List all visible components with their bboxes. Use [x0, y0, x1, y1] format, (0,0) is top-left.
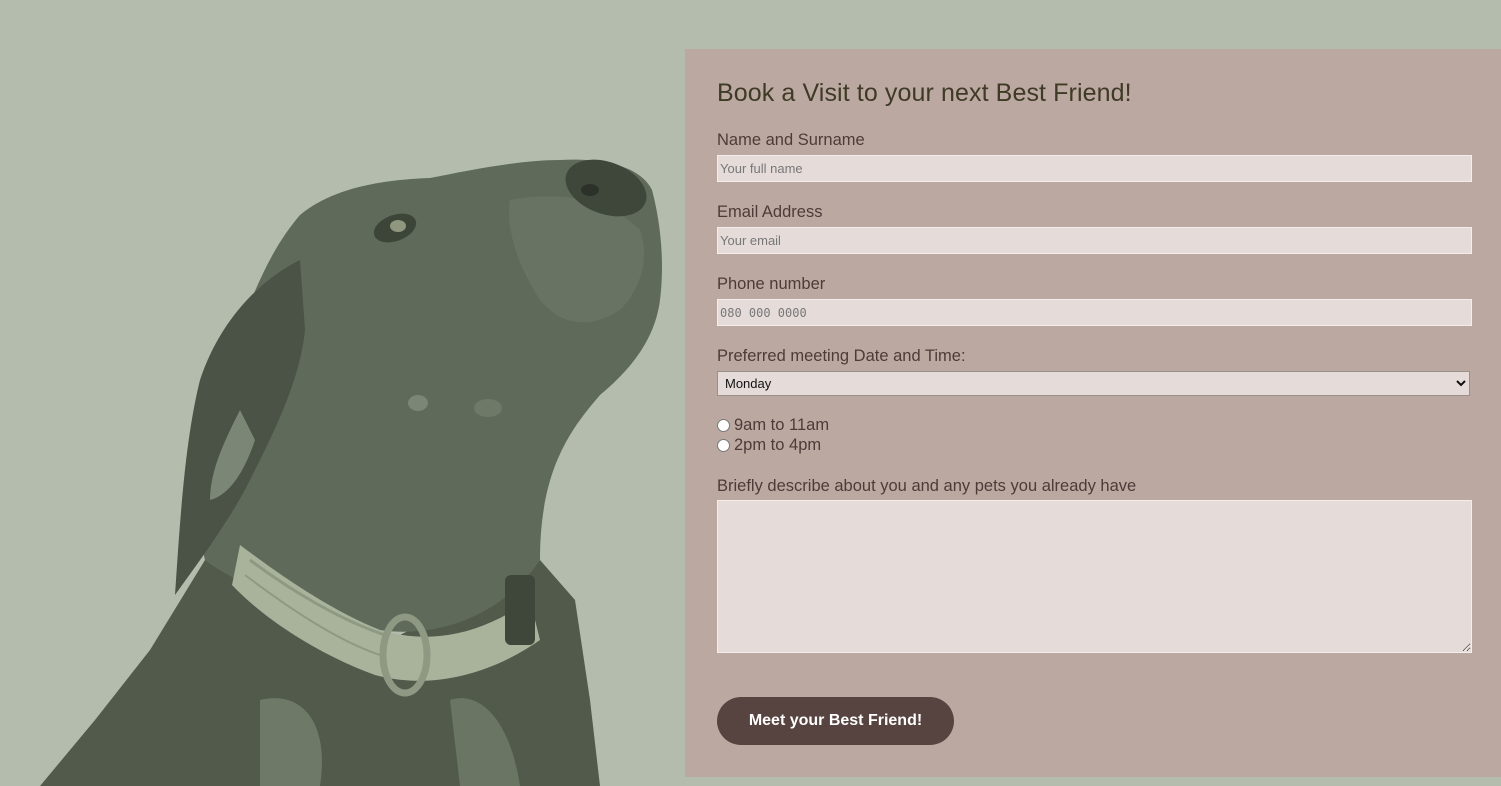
- description-textarea[interactable]: [717, 500, 1472, 653]
- dog-with-collar-image: [0, 0, 685, 786]
- booking-form: Book a Visit to your next Best Friend! N…: [685, 49, 1501, 777]
- name-input[interactable]: [717, 155, 1472, 182]
- name-label: Name and Surname: [717, 131, 865, 149]
- time-slot-afternoon-radio[interactable]: [717, 439, 730, 452]
- time-slot-morning-radio[interactable]: [717, 419, 730, 432]
- time-slot-morning-label: 9am to 11am: [734, 416, 830, 434]
- email-label: Email Address: [717, 203, 823, 221]
- time-slot-afternoon[interactable]: 2pm to 4pm: [717, 436, 821, 455]
- time-slot-morning[interactable]: 9am to 11am: [717, 416, 829, 435]
- form-title: Book a Visit to your next Best Friend!: [717, 79, 1132, 107]
- time-slot-afternoon-label: 2pm to 4pm: [734, 436, 822, 454]
- email-input[interactable]: [717, 227, 1472, 254]
- meeting-label: Preferred meeting Date and Time:: [717, 347, 966, 365]
- submit-button[interactable]: Meet your Best Friend!: [717, 697, 954, 745]
- phone-label: Phone number: [717, 275, 826, 293]
- day-select[interactable]: Monday: [717, 371, 1470, 396]
- description-label: Briefly describe about you and any pets …: [717, 477, 1137, 495]
- phone-input[interactable]: [717, 299, 1472, 326]
- page: Book a Visit to your next Best Friend! N…: [0, 0, 1501, 786]
